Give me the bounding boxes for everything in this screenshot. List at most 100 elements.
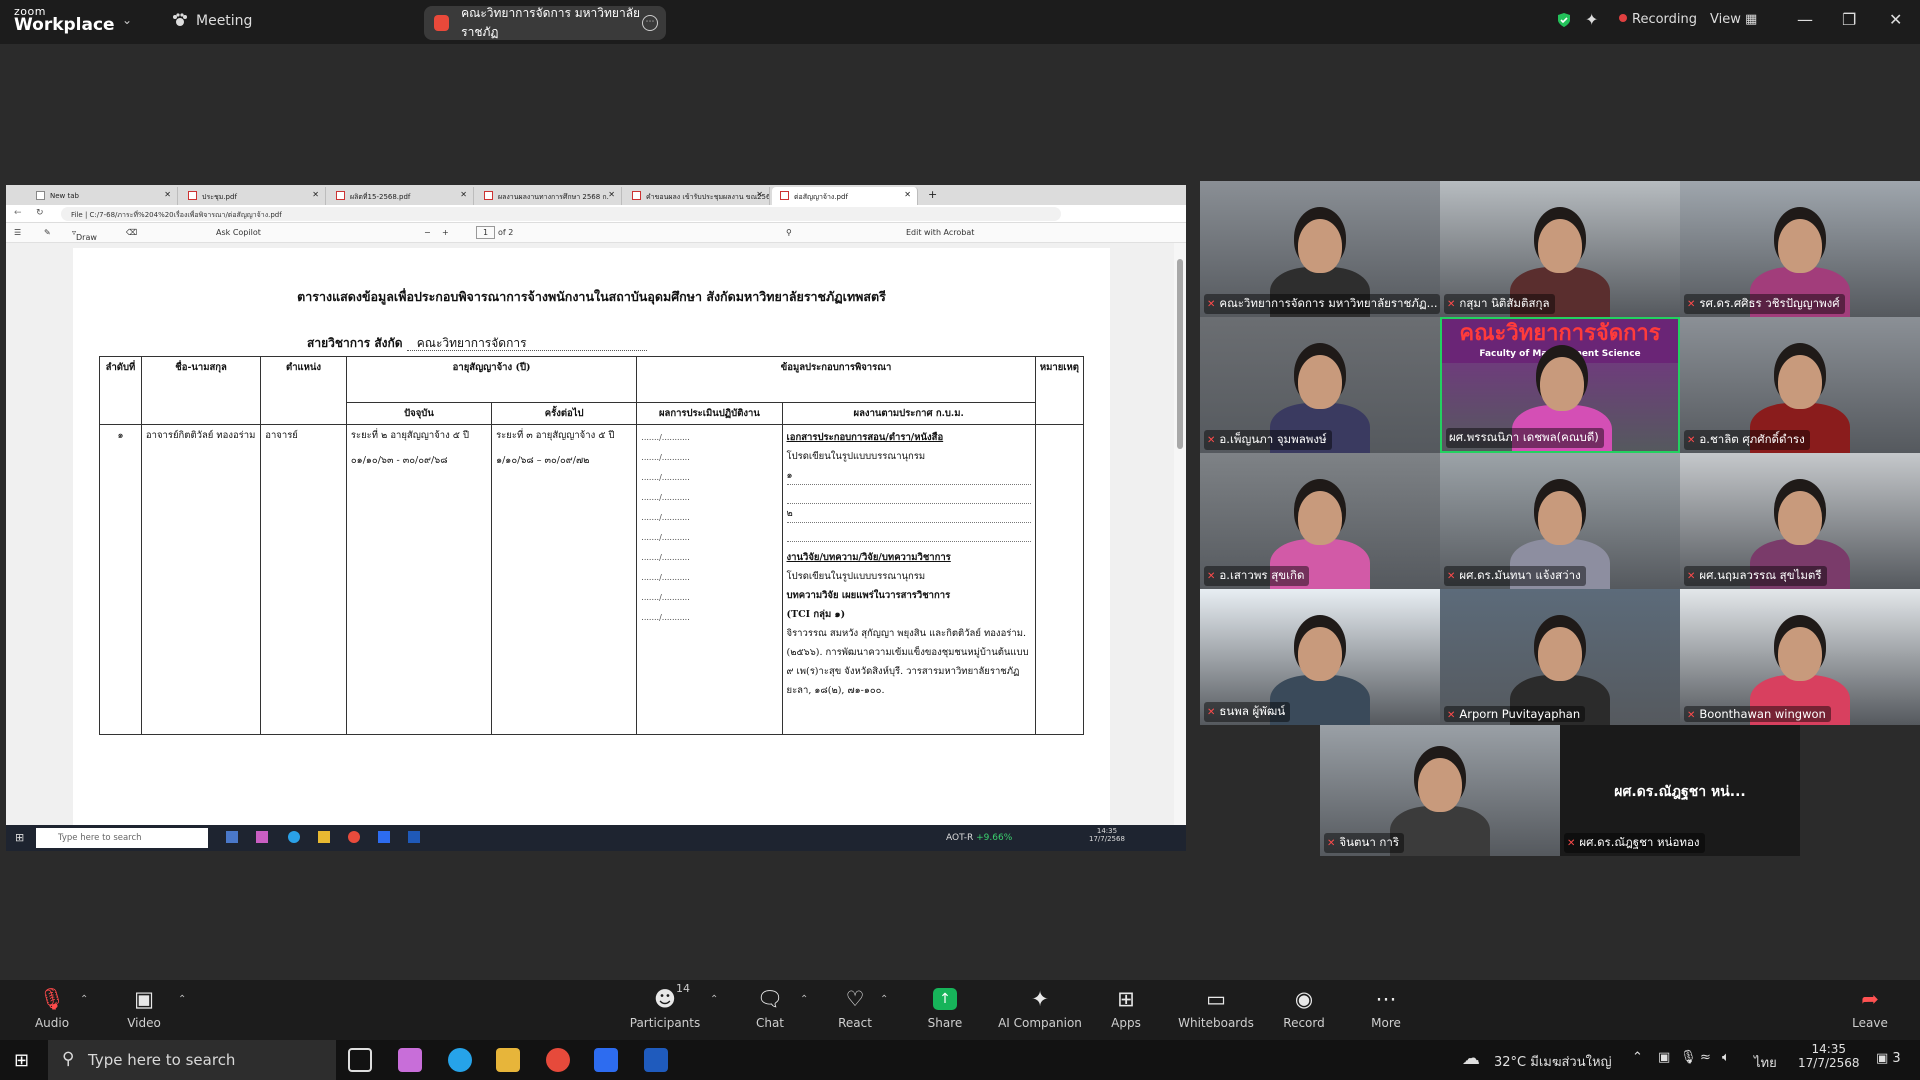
view-button[interactable]: View ▦ bbox=[1710, 12, 1757, 27]
ask-copilot-button[interactable]: Ask Copilot bbox=[216, 228, 261, 237]
edge-icon[interactable] bbox=[448, 1048, 472, 1072]
windows-start-icon[interactable]: ⊞ bbox=[15, 831, 24, 844]
more-options-icon[interactable]: ⋯ bbox=[642, 15, 658, 31]
close-tab-icon[interactable]: ✕ bbox=[312, 190, 319, 199]
whiteboards-button[interactable]: ▭ Whiteboards bbox=[1176, 986, 1256, 1030]
more-button[interactable]: ⋯ More bbox=[1346, 986, 1426, 1030]
apps-button[interactable]: ⊞ Apps bbox=[1086, 986, 1166, 1030]
search-icon[interactable]: ⚲ bbox=[786, 228, 792, 237]
contents-icon[interactable]: ☰ bbox=[14, 228, 21, 237]
record-button[interactable]: ◉ Record bbox=[1264, 986, 1344, 1030]
zoom-app-icon[interactable] bbox=[594, 1048, 618, 1072]
shared-app-tab[interactable]: คณะวิทยาการจัดการ มหาวิทยาลัยราชภัฏ ⋯ bbox=[424, 6, 666, 40]
weather-text[interactable]: 32°C มีเมฆส่วนใหญ่ bbox=[1494, 1051, 1612, 1072]
participant-tile[interactable]: ✕ จินตนา การิ bbox=[1320, 725, 1560, 856]
speaker-icon[interactable]: 🔈︎ bbox=[1722, 1050, 1730, 1065]
video-button[interactable]: ▣ Video bbox=[104, 986, 184, 1030]
chat-caret[interactable]: ⌃ bbox=[800, 994, 808, 1005]
folder-icon[interactable] bbox=[318, 831, 330, 843]
security-shield-icon[interactable] bbox=[1556, 12, 1572, 32]
mic-tray-icon[interactable]: 🎙︎ bbox=[1680, 1050, 1697, 1065]
scrollbar[interactable] bbox=[1174, 243, 1186, 825]
task-view-icon[interactable] bbox=[348, 1048, 372, 1072]
windows-start-icon[interactable]: ⊞ bbox=[14, 1050, 29, 1071]
scrollbar-thumb[interactable] bbox=[1177, 259, 1183, 449]
leave-button[interactable]: ➦ Leave bbox=[1830, 986, 1910, 1030]
network-icon[interactable]: ▣ bbox=[1658, 1050, 1670, 1065]
restore-button[interactable]: ❐ bbox=[1842, 10, 1856, 29]
file-explorer-icon[interactable] bbox=[496, 1048, 520, 1072]
chrome-icon[interactable] bbox=[348, 831, 360, 843]
edge-icon[interactable] bbox=[288, 831, 300, 843]
taskbar-search-box[interactable]: ⚲ Type here to search bbox=[48, 1040, 336, 1080]
participant-tile[interactable]: ✕ อ.ชาลิต ศุภศักดิ์ดำรง bbox=[1680, 317, 1920, 453]
participant-tile[interactable]: คณะวิทยาการจัดการ Faculty of Management S… bbox=[1440, 317, 1680, 453]
edit-acrobat-button[interactable]: Edit with Acrobat bbox=[906, 228, 974, 237]
input-language[interactable]: ไทย bbox=[1754, 1052, 1777, 1073]
ai-companion-button[interactable]: ✦ AI Companion bbox=[990, 986, 1090, 1030]
recording-indicator[interactable]: Recording bbox=[1619, 12, 1697, 27]
chat-button[interactable]: 🗨︎ Chat bbox=[730, 986, 810, 1030]
participants-caret[interactable]: ⌃ bbox=[710, 994, 718, 1005]
participant-tile[interactable]: ✕ ผศ.ดร.มันทนา แจ้งสว่าง bbox=[1440, 453, 1680, 589]
close-tab-icon[interactable]: ✕ bbox=[756, 190, 763, 199]
word-icon[interactable] bbox=[644, 1048, 668, 1072]
video-options-caret[interactable]: ⌃ bbox=[178, 994, 186, 1005]
close-tab-icon[interactable]: ✕ bbox=[904, 190, 911, 199]
tray-chevron-icon[interactable]: ⌃ bbox=[1632, 1050, 1643, 1065]
zoom-app-icon[interactable] bbox=[378, 831, 390, 843]
meeting-tab[interactable]: Meeting bbox=[172, 13, 252, 29]
zoom-out-icon[interactable]: − bbox=[424, 228, 431, 237]
copilot-icon[interactable] bbox=[256, 831, 268, 843]
copilot-icon[interactable] bbox=[398, 1048, 422, 1072]
eraser-icon[interactable]: ⌫ bbox=[126, 228, 137, 237]
weather-icon[interactable]: ☁ bbox=[1462, 1048, 1480, 1069]
participant-tile[interactable]: ✕ อ.เพ็ญนภา จุมพลพงษ์ bbox=[1200, 317, 1440, 453]
chevron-down-icon[interactable]: ⌄ bbox=[122, 13, 132, 27]
browser-tab-active[interactable]: ต่อสัญญาจ้าง.pdf ✕ bbox=[772, 187, 918, 205]
highlight-icon[interactable]: ✎ bbox=[44, 228, 51, 237]
participant-tile[interactable]: ✕ คณะวิทยาการจัดการ มหาวิทยาลัยราชภัฏ... bbox=[1200, 181, 1440, 317]
share-button[interactable]: ↑ Share bbox=[905, 986, 985, 1030]
browser-tab[interactable]: ผลิตที่15-2568.pdf ✕ bbox=[328, 187, 474, 205]
close-tab-icon[interactable]: ✕ bbox=[460, 190, 467, 199]
refresh-icon[interactable]: ↻ bbox=[36, 208, 44, 218]
draw-button[interactable]: ▿ Draw bbox=[72, 228, 97, 242]
participant-tile[interactable]: ✕ อ.เสาวพร สุขเกิด bbox=[1200, 453, 1440, 589]
participant-tile[interactable]: ✕ Arporn Puvitayaphan bbox=[1440, 589, 1680, 725]
zoom-in-icon[interactable]: + bbox=[442, 228, 449, 237]
browser-tab[interactable]: New tab ✕ bbox=[28, 187, 178, 205]
participant-tile[interactable]: ผศ.ดร.ณัฎฐชา หน่... ✕ ผศ.ดร.ณัฎฐชา หน่อทอง bbox=[1560, 725, 1800, 856]
wifi-icon[interactable]: ≈ bbox=[1700, 1050, 1711, 1065]
url-field[interactable]: File | C:/7-68/ภาระที่%204%20เรื่องเพื่อ… bbox=[61, 207, 1061, 221]
word-icon[interactable] bbox=[408, 831, 420, 843]
taskview-icon[interactable] bbox=[226, 831, 238, 843]
close-button[interactable]: ✕ bbox=[1889, 10, 1902, 29]
participant-tile[interactable]: ✕ กสุมา นิติสัมติสกุล bbox=[1440, 181, 1680, 317]
eval-line: ......./........... bbox=[641, 473, 690, 482]
close-tab-icon[interactable]: ✕ bbox=[608, 190, 615, 199]
minimize-button[interactable]: — bbox=[1797, 10, 1813, 29]
audio-button[interactable]: 🎙︎ Audio bbox=[12, 986, 92, 1030]
participants-button[interactable]: ☻ Participants bbox=[620, 986, 710, 1030]
browser-tab[interactable]: คำขอนผลง เข้ารับประชุมผลงาน ขณ2568 ✕ bbox=[624, 187, 770, 205]
participant-tile[interactable]: ✕ รศ.ดร.ศศิธร วชิรปัญญาพงศ์ bbox=[1680, 181, 1920, 317]
participant-tile[interactable]: ✕ ธนพล ผู้พัฒน์ bbox=[1200, 589, 1440, 725]
remote-search-box[interactable]: Type here to search bbox=[36, 828, 208, 848]
docs-item: ๑ bbox=[786, 466, 1031, 485]
ai-sparkle-icon[interactable]: ✦ bbox=[1585, 10, 1598, 29]
react-button[interactable]: ♡ React bbox=[815, 986, 895, 1030]
participant-tile[interactable]: ✕ ผศ.นฤมลวรรณ สุขไมตรี bbox=[1680, 453, 1920, 589]
browser-tab[interactable]: ผลงานผลงานทางการศึกษา 2568 ก. ✕ bbox=[476, 187, 622, 205]
new-tab-button[interactable]: + bbox=[922, 187, 942, 205]
audio-options-caret[interactable]: ⌃ bbox=[80, 994, 88, 1005]
chrome-icon[interactable] bbox=[546, 1048, 570, 1072]
page-number-input[interactable]: 1 bbox=[476, 226, 496, 239]
close-tab-icon[interactable]: ✕ bbox=[164, 190, 171, 199]
participant-tile[interactable]: ✕ Boonthawan wingwon bbox=[1680, 589, 1920, 725]
react-caret[interactable]: ⌃ bbox=[880, 994, 888, 1005]
notification-icon[interactable]: ▣ 3 bbox=[1876, 1051, 1901, 1066]
back-icon[interactable]: ← bbox=[14, 208, 22, 218]
clock[interactable]: 14:35 17/7/2568 bbox=[1798, 1042, 1860, 1070]
browser-tab[interactable]: ประชุม.pdf ✕ bbox=[180, 187, 326, 205]
